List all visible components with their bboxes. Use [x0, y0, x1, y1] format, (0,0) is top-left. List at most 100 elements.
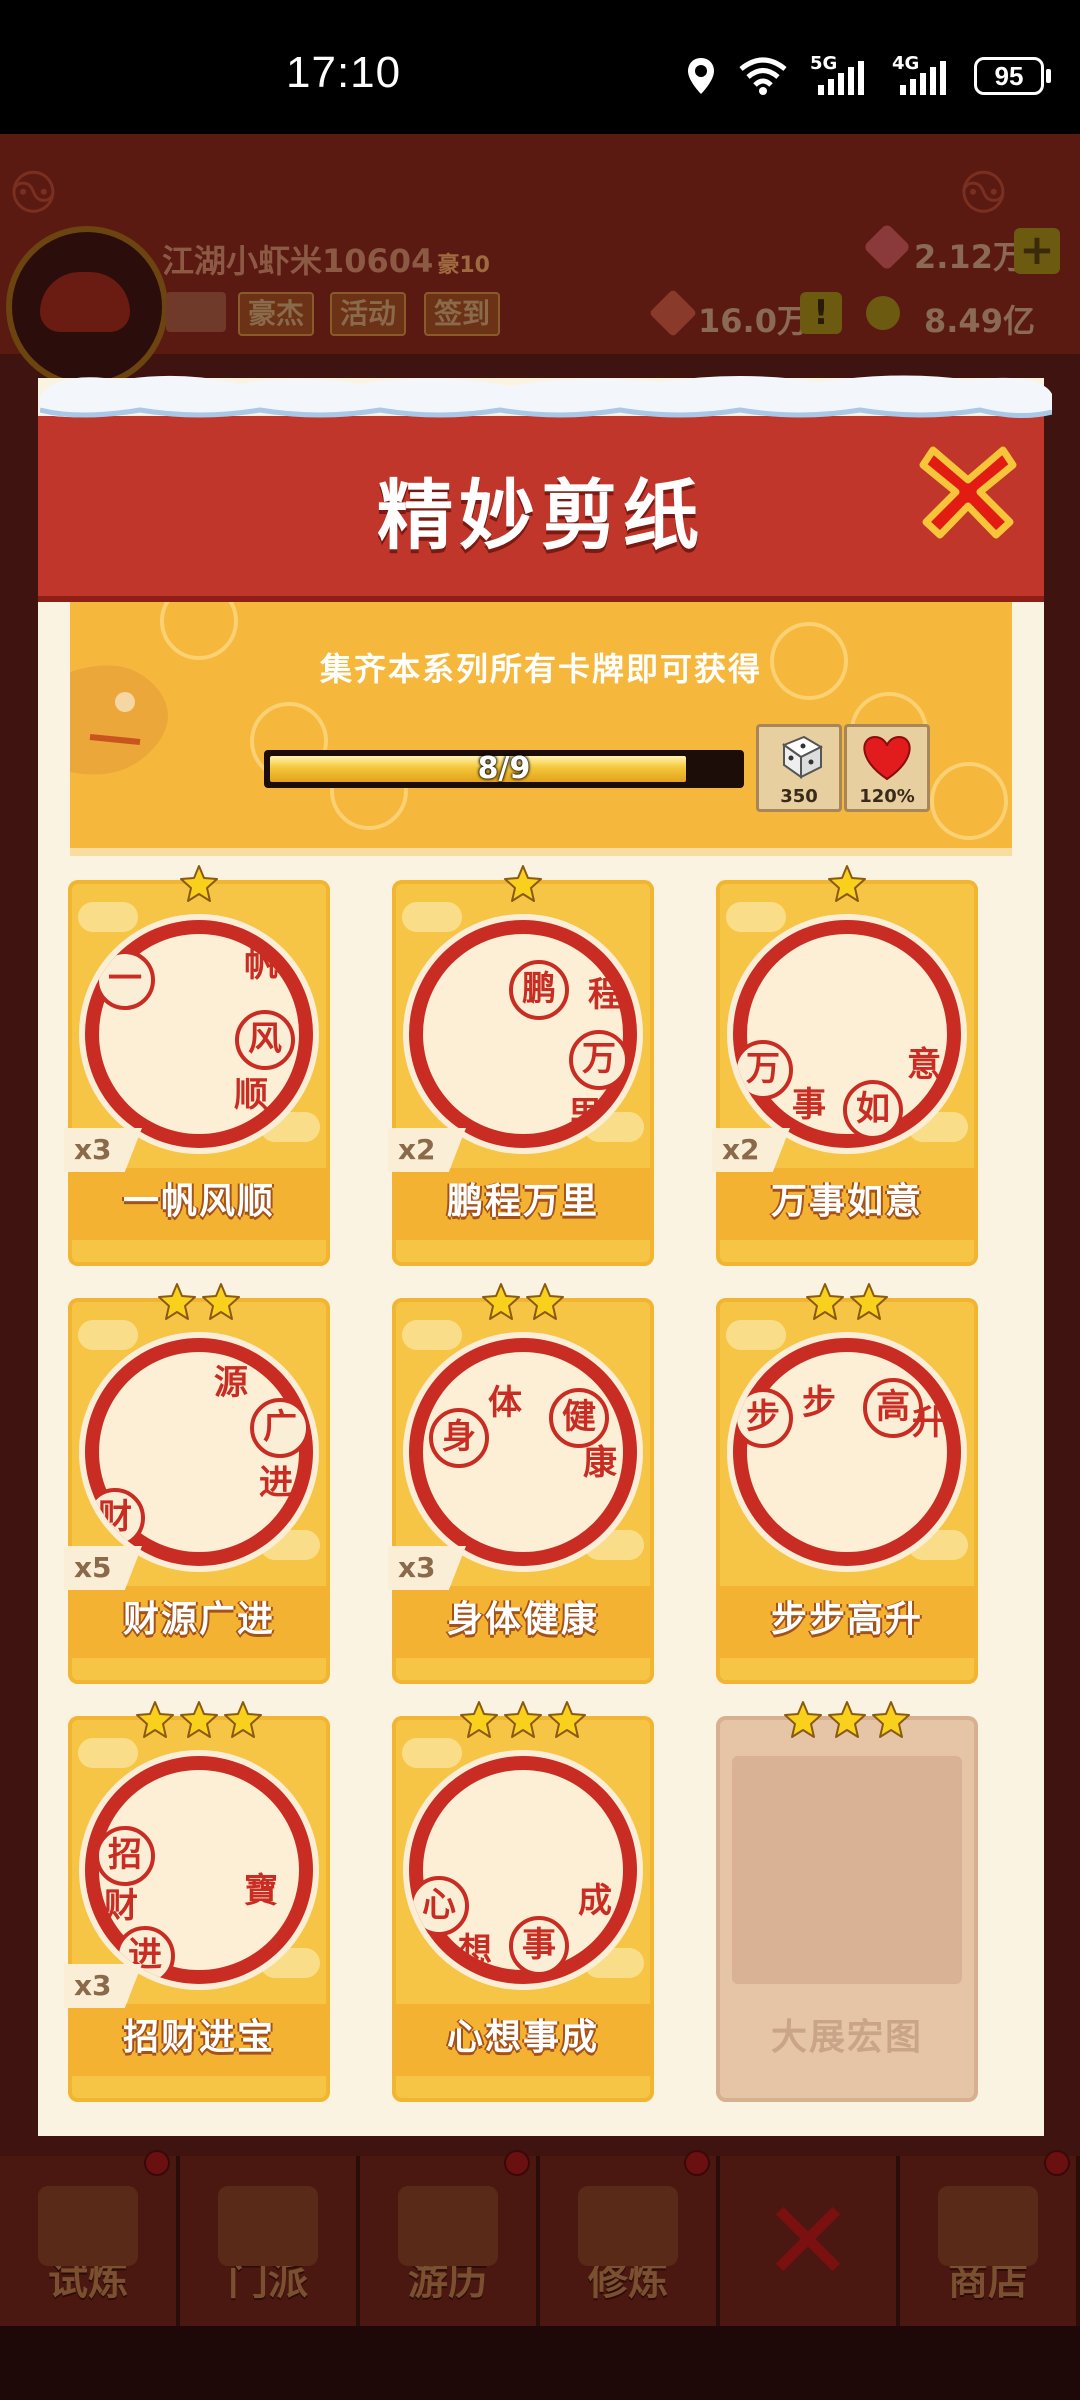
- paper-cut-collection-modal: 精妙剪纸 集齐本系列所有卡牌即可获得 8/9 350 120% 一帆风顺一帆风顺…: [38, 378, 1044, 2136]
- trial-icon: [38, 2186, 138, 2266]
- player-name: 江湖小虾米10604 豪10: [162, 236, 490, 282]
- status-icons: 5G 4G 95: [686, 53, 1051, 98]
- card-stars: [64, 864, 334, 904]
- battery-icon: 95: [974, 57, 1051, 95]
- art-character: 步: [802, 1383, 836, 1423]
- events-button[interactable]: 活动: [330, 292, 407, 336]
- notification-dot: [1044, 2150, 1070, 2176]
- star-icon: [525, 1282, 565, 1322]
- cloud-ornament: [402, 902, 462, 932]
- star-icon: [503, 1700, 543, 1740]
- card-name: 身体健康: [446, 1599, 599, 1640]
- book-icon: [578, 2186, 678, 2266]
- star-icon: [827, 1700, 867, 1740]
- cloud-ornament: [78, 1320, 138, 1350]
- banner-text: 集齐本系列所有卡牌即可获得: [319, 650, 762, 688]
- cloud-ornament: [78, 902, 138, 932]
- signal-5g-icon: 5G: [810, 53, 870, 95]
- star-icon: [547, 1700, 587, 1740]
- art-character: 万: [733, 1040, 793, 1100]
- star-icon: [503, 864, 543, 904]
- modal-title: 精妙剪纸: [377, 471, 705, 560]
- wifi-icon: [739, 57, 787, 95]
- heart-icon: [863, 735, 911, 781]
- paper-cut-card[interactable]: 一帆风顺一帆风顺 x3: [64, 865, 334, 1266]
- player-name-text: 江湖小虾米10604: [162, 242, 434, 280]
- nav-trial[interactable]: 试炼: [0, 2150, 180, 2326]
- close-icon: ✕: [761, 2177, 855, 2305]
- art-character: 程: [588, 975, 622, 1015]
- nav-shop[interactable]: 商店: [900, 2150, 1080, 2326]
- bottom-strip: [0, 2326, 1080, 2400]
- cloud-ornament: [78, 1738, 138, 1768]
- card-name: 鹏程万里: [446, 1181, 599, 1222]
- art-character: 鹏: [509, 960, 569, 1020]
- art-character: 康: [583, 1443, 617, 1483]
- card-stars: [64, 1700, 334, 1740]
- heroes-button[interactable]: 豪杰: [238, 292, 315, 336]
- star-icon: [805, 1282, 845, 1322]
- reward-dice[interactable]: 350: [756, 724, 842, 812]
- location-icon: [688, 58, 714, 94]
- cloud-ornament: [402, 1320, 462, 1350]
- nav-travel[interactable]: 游历: [360, 2150, 540, 2326]
- card-name: 招财进宝: [122, 2017, 275, 2058]
- nav-close[interactable]: ✕: [720, 2156, 900, 2326]
- star-icon: [179, 1700, 219, 1740]
- star-icon: [223, 1700, 263, 1740]
- art-character: 寶: [244, 1871, 278, 1911]
- paper-cut-card[interactable]: 财源广进财源广进 x5: [64, 1283, 334, 1684]
- mail-icon[interactable]: [166, 292, 226, 332]
- paper-cut-card[interactable]: 大展宏图: [712, 1701, 982, 2102]
- star-icon: [783, 1700, 823, 1740]
- card-name: 心想事成: [446, 2017, 599, 2058]
- dice-icon: [781, 735, 824, 779]
- card-name: 步步高升: [770, 1599, 923, 1640]
- alert-button[interactable]: !: [800, 292, 842, 334]
- progress-text: 8/9: [477, 751, 531, 786]
- art-character: 事: [792, 1085, 826, 1125]
- art-character: 源: [214, 1363, 248, 1403]
- coins-value: 8.49亿: [924, 302, 1035, 340]
- paper-cut-card[interactable]: 身体健康身体健康 x3: [388, 1283, 658, 1684]
- paper-cut-art: 一 帆风顺: [85, 920, 313, 1148]
- add-gems-button[interactable]: +: [1014, 228, 1060, 274]
- card-name: 大展宏图: [770, 2017, 923, 2058]
- nav-cultivate[interactable]: 修炼: [540, 2150, 720, 2326]
- checkin-button[interactable]: 签到: [424, 292, 501, 336]
- art-character: 顺: [234, 1075, 268, 1115]
- paper-cut-art: 心想事成: [409, 1756, 637, 1984]
- avatar[interactable]: [6, 226, 168, 388]
- art-character: 成: [578, 1881, 612, 1921]
- card-stars: [388, 1282, 658, 1322]
- art-character: 里: [568, 1095, 602, 1135]
- star-icon: [481, 1282, 521, 1322]
- art-character: 一: [95, 950, 155, 1010]
- paper-cut-card[interactable]: 心想事成心想事成: [388, 1701, 658, 2102]
- paper-cut-card[interactable]: 万事如意万事如意 x2: [712, 865, 982, 1266]
- art-character: 广: [250, 1398, 310, 1458]
- paper-cut-art: 财 源广进: [85, 1338, 313, 1566]
- snow-ornament: [40, 375, 1052, 419]
- signal-4g-icon: 4G: [892, 53, 952, 95]
- bottom-nav: 试炼 门派 游历 修炼 ✕ 商店: [0, 2150, 1080, 2326]
- wave-pattern: [930, 762, 1008, 840]
- paper-cut-card[interactable]: 步步高升步步高升: [712, 1283, 982, 1684]
- star-icon: [871, 1700, 911, 1740]
- close-button[interactable]: [918, 440, 1018, 540]
- shop-icon: [938, 2186, 1038, 2266]
- star-icon: [459, 1700, 499, 1740]
- art-character: 升: [912, 1403, 946, 1443]
- reward-heart[interactable]: 120%: [844, 724, 930, 812]
- star-icon: [179, 864, 219, 904]
- clock: 17:10: [286, 48, 402, 97]
- art-character: 事: [509, 1916, 569, 1976]
- card-name: 财源广进: [122, 1599, 275, 1640]
- art-character: 意: [907, 1045, 941, 1085]
- paper-cut-card[interactable]: 鹏程万里鹏程万里 x2: [388, 865, 658, 1266]
- card-name: 万事如意: [770, 1181, 923, 1222]
- star-icon: [849, 1282, 889, 1322]
- reward-value: 350: [780, 786, 818, 807]
- nav-sect[interactable]: 门派: [180, 2156, 360, 2326]
- paper-cut-card[interactable]: 招财进寶招财进宝 x3: [64, 1701, 334, 2102]
